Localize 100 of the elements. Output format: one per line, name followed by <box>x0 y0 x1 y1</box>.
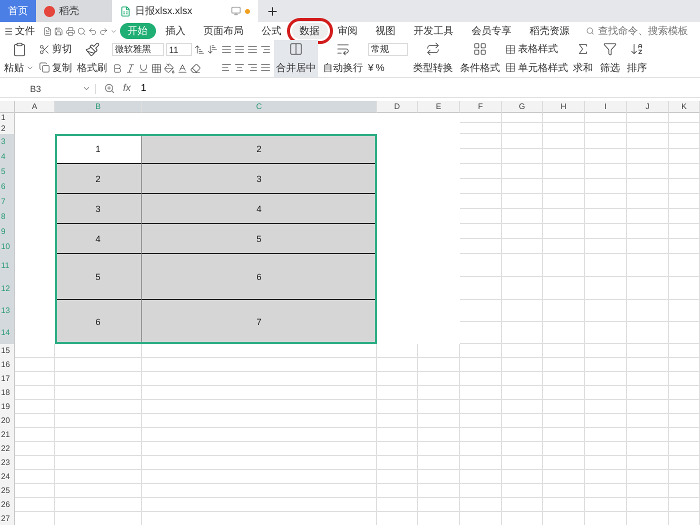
grow-font-icon[interactable] <box>194 44 205 56</box>
conditional-format-button[interactable]: 条件格式 <box>460 60 500 75</box>
preview-icon[interactable] <box>76 26 86 36</box>
cell-style-button[interactable]: 单元格样式 <box>518 60 568 75</box>
grid-icon[interactable] <box>473 42 487 56</box>
menu-tab[interactable]: 插入 <box>158 23 194 39</box>
indent-icon[interactable] <box>260 44 271 55</box>
column-header[interactable]: D <box>377 101 418 113</box>
filter-button[interactable]: 筛选 <box>600 60 620 75</box>
row-header[interactable]: 20 <box>0 414 15 428</box>
menu-tab[interactable]: 稻壳资源 <box>522 23 578 39</box>
brush-icon[interactable] <box>84 42 100 57</box>
scissors-icon[interactable] <box>39 44 50 55</box>
convert-icon[interactable] <box>426 42 440 56</box>
bold-icon[interactable] <box>112 62 123 74</box>
document-tab[interactable]: 日报xlsx.xlsx <box>112 0 258 22</box>
cell-style-icon[interactable] <box>505 62 516 74</box>
menu-icon[interactable] <box>4 26 14 36</box>
number-format-select[interactable]: 常规 <box>368 43 408 56</box>
font-color-icon[interactable] <box>177 62 188 74</box>
menu-tab[interactable]: 数据 <box>292 23 328 39</box>
currency-button[interactable]: ¥ <box>368 62 374 74</box>
merge-center-button[interactable]: 合并居中 <box>274 40 318 77</box>
column-header[interactable]: K <box>669 101 700 113</box>
type-convert-button[interactable]: 类型转换 <box>413 60 453 75</box>
sort-icon[interactable] <box>630 42 644 56</box>
redo-icon[interactable] <box>99 26 108 36</box>
empty-cell <box>585 300 627 322</box>
sort-button[interactable]: 排序 <box>627 60 647 75</box>
font-select[interactable]: 微软雅黑 <box>112 43 164 56</box>
column-header[interactable]: E <box>418 101 460 113</box>
column-header[interactable]: H <box>543 101 585 113</box>
document-tab[interactable]: 首页 <box>0 0 36 22</box>
document-icon[interactable] <box>43 26 52 36</box>
cut-button[interactable]: 剪切 <box>52 42 72 56</box>
sigma-icon[interactable] <box>576 42 590 56</box>
justify-icon[interactable] <box>260 62 271 74</box>
sum-button[interactable]: 求和 <box>573 60 593 75</box>
name-box[interactable]: B3 <box>0 84 96 94</box>
row-header[interactable]: 2 <box>0 123 15 134</box>
copy-icon[interactable] <box>39 62 50 74</box>
menu-tab[interactable]: 会员专享 <box>464 23 520 39</box>
filter-icon[interactable] <box>603 42 617 56</box>
format-painter-button[interactable]: 格式刷 <box>77 61 107 75</box>
menu-tab[interactable]: 审阅 <box>330 23 366 39</box>
underline-icon[interactable] <box>138 62 149 74</box>
column-header[interactable]: J <box>627 101 669 113</box>
align-bottom-icon[interactable] <box>247 44 258 55</box>
copy-button[interactable]: 复制 <box>52 60 72 75</box>
row-header[interactable]: 26 <box>0 498 15 512</box>
align-right-icon[interactable] <box>247 62 258 74</box>
row-header[interactable]: 17 <box>0 372 15 386</box>
new-tab-icon[interactable] <box>266 4 279 18</box>
undo-icon[interactable] <box>88 26 98 36</box>
align-center-icon[interactable] <box>234 62 245 74</box>
column-header[interactable]: F <box>460 101 502 113</box>
column-header[interactable]: G <box>502 101 543 113</box>
table-style-button[interactable]: 表格样式 <box>518 42 558 56</box>
row-header[interactable]: 21 <box>0 428 15 442</box>
caret-icon[interactable] <box>26 64 34 72</box>
row-header[interactable]: 23 <box>0 456 15 470</box>
column-header[interactable]: A <box>15 101 55 113</box>
fill-icon[interactable] <box>164 62 175 74</box>
wrap-text-button[interactable]: 自动换行 <box>323 60 363 75</box>
file-menu[interactable]: 文件 <box>15 24 36 38</box>
save-icon[interactable] <box>54 26 64 36</box>
row-header[interactable]: 24 <box>0 470 15 484</box>
align-top-icon[interactable] <box>221 44 232 55</box>
empty-cell <box>585 470 627 484</box>
wrap-icon[interactable] <box>336 42 350 56</box>
row-header[interactable]: 18 <box>0 386 15 400</box>
paste-button[interactable]: 粘贴 <box>4 61 24 75</box>
monitor-icon[interactable] <box>231 6 241 16</box>
column-header[interactable]: I <box>585 101 627 113</box>
empty-cell <box>418 456 460 470</box>
row-header[interactable]: 19 <box>0 400 15 414</box>
percent-button[interactable]: % <box>376 62 384 74</box>
document-tab[interactable]: 稻壳 <box>36 0 112 22</box>
row-header[interactable]: 15 <box>0 344 15 358</box>
border-icon[interactable] <box>151 62 162 74</box>
row-header[interactable]: 1 <box>0 113 15 123</box>
align-middle-icon[interactable] <box>234 44 245 55</box>
table-icon[interactable] <box>505 44 516 55</box>
row-header[interactable]: 27 <box>0 512 15 525</box>
eraser-icon[interactable] <box>190 62 201 74</box>
print-icon[interactable] <box>66 26 75 36</box>
menu-tab[interactable]: 公式 <box>254 23 290 39</box>
font-size-select[interactable]: 11 <box>166 43 192 56</box>
paste-icon[interactable] <box>12 42 26 57</box>
row-header[interactable]: 25 <box>0 484 15 498</box>
zoom-icon[interactable] <box>104 83 115 94</box>
menu-tab[interactable]: 页面布局 <box>196 23 252 39</box>
menu-tab[interactable]: 开发工具 <box>406 23 462 39</box>
shrink-font-icon[interactable] <box>207 44 218 56</box>
empty-cell <box>502 239 543 254</box>
align-left-icon[interactable] <box>221 62 232 74</box>
menu-tab[interactable]: 视图 <box>368 23 404 39</box>
row-header[interactable]: 16 <box>0 358 15 372</box>
italic-icon[interactable] <box>125 62 136 74</box>
row-header[interactable]: 22 <box>0 442 15 456</box>
